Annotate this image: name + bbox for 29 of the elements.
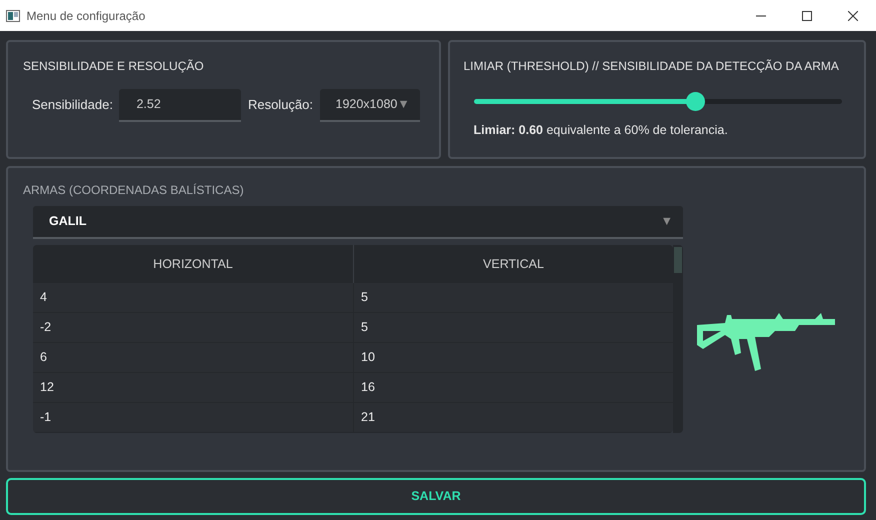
weapon-dropdown[interactable]: GALIL ▼ — [33, 206, 683, 238]
column-header[interactable]: VERTICAL — [353, 245, 673, 283]
field-label: Resolução: — [248, 96, 313, 114]
threshold-slider[interactable] — [474, 92, 842, 110]
panel-title: LIMIAR (THRESHOLD) // SENSIBILIDADE DA DETECÇÃO DA ARMA — [464, 58, 839, 75]
table-cell: 16 — [353, 373, 673, 403]
field-label: Sensibilidade: — [32, 96, 113, 114]
panel-title: ARMAS (COORDENADAS BALÍSTICAS) — [23, 182, 244, 198]
table-cell: 4 — [33, 283, 353, 313]
threshold-description: Limiar: 0.60 equivalente a 60% de tolerancia. — [474, 122, 728, 139]
close-icon — [848, 10, 858, 20]
table-cell: 5 — [353, 313, 673, 343]
table-cell: -1 — [33, 403, 353, 433]
table-cell: -2 — [33, 313, 353, 343]
table-cell: 21 — [353, 403, 673, 433]
window-title: Menu de configuração — [26, 8, 146, 24]
save-button[interactable]: SALVAR — [6, 478, 866, 515]
resolution-dropdown[interactable]: 1920x1080▼ — [320, 88, 420, 122]
sensitivity-field[interactable]: 2.52 — [119, 88, 242, 122]
table-cell: 12 — [33, 373, 353, 403]
table-cell: 5 — [353, 283, 673, 313]
scrollbar[interactable] — [673, 245, 683, 433]
panel-title: SENSIBILIDADE E RESOLUÇÃO — [23, 58, 204, 75]
app-icon — [6, 10, 20, 22]
column-header[interactable]: HORIZONTAL — [33, 245, 353, 283]
slider-thumb[interactable] — [686, 92, 705, 110]
maximize-icon — [802, 10, 812, 20]
table-cell: 10 — [353, 343, 673, 373]
table-cell: 6 — [33, 343, 353, 373]
